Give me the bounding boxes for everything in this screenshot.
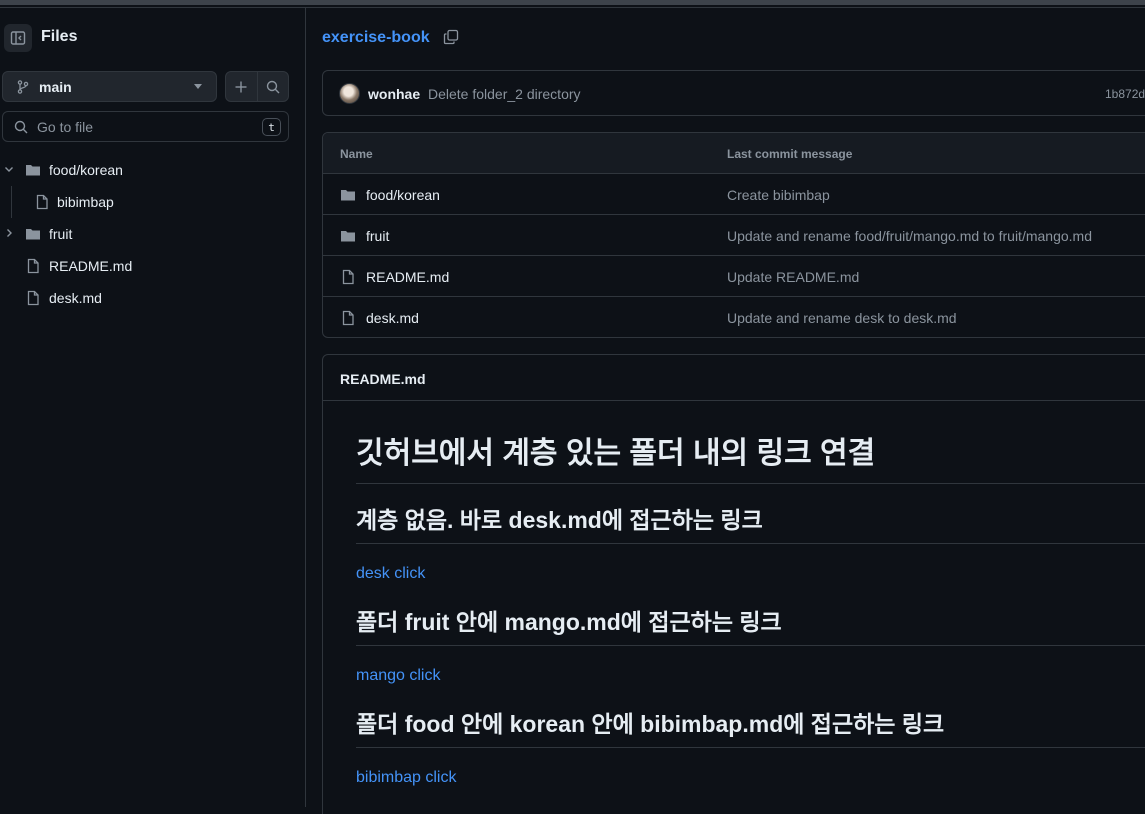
mango-link[interactable]: mango click [356, 667, 440, 685]
go-to-file-search[interactable]: t [2, 111, 289, 142]
readme-header: README.md [323, 355, 1145, 401]
file-tree-sidebar: Files main Go to file t food/korean bibi… [0, 8, 306, 807]
main-content: exercise-book wonhae Delete folder_2 dir… [306, 8, 1145, 814]
sidebar-title: Files [41, 28, 78, 45]
git-branch-icon [17, 79, 29, 94]
plus-icon [235, 81, 247, 92]
commit-author[interactable]: wonhae [368, 86, 420, 102]
tree-item-desk[interactable]: desk.md [0, 282, 305, 314]
readme-h1: 깃허브에서 계층 있는 폴더 내의 링크 연결 [356, 435, 1145, 484]
file-icon [27, 290, 39, 306]
go-to-file-input[interactable] [37, 118, 237, 135]
latest-commit-bar: wonhae Delete folder_2 directory 1b872d [322, 70, 1145, 116]
tree-item-bibimbap[interactable]: bibimbap [0, 186, 305, 218]
browser-scroll-shade [0, 0, 1145, 5]
branch-selector-button[interactable]: main [2, 71, 217, 102]
file-icon [342, 310, 354, 326]
file-list-table: Name Last commit message food/korean Cre… [322, 132, 1145, 338]
table-row[interactable]: fruit Update and rename food/fruit/mango… [323, 215, 1145, 256]
file-icon [342, 269, 354, 285]
tree-item-fruit[interactable]: fruit [0, 218, 305, 250]
file-name-link[interactable]: fruit [366, 228, 389, 244]
folder-open-icon [26, 165, 40, 176]
readme-panel: README.md 깃허브에서 계층 있는 폴더 내의 링크 연결 계층 없음.… [322, 354, 1145, 814]
table-row[interactable]: README.md Update README.md [323, 256, 1145, 297]
tree-item-label: fruit [49, 226, 73, 242]
repo-breadcrumb-link[interactable]: exercise-book [322, 29, 430, 47]
readme-h2: 폴더 food 안에 korean 안에 bibimbap.md에 접근하는 링… [356, 709, 1145, 748]
file-name-link[interactable]: README.md [366, 269, 449, 285]
tree-item-label: desk.md [49, 290, 102, 306]
chevron-right-icon [7, 229, 12, 237]
table-row[interactable]: food/korean Create bibimbap [323, 174, 1145, 215]
readme-title[interactable]: README.md [340, 371, 426, 387]
tree-item-label: README.md [49, 258, 133, 274]
chevron-down-icon [194, 84, 202, 89]
readme-h2: 폴더 fruit 안에 mango.md에 접근하는 링크 [356, 607, 1145, 646]
avatar[interactable] [339, 83, 360, 104]
column-header-commit-message: Last commit message [727, 147, 853, 161]
file-commit-message[interactable]: Update and rename desk to desk.md [727, 310, 957, 326]
commit-message[interactable]: Delete folder_2 directory [428, 86, 581, 102]
tree-item-readme[interactable]: README.md [0, 250, 305, 282]
tree-item-label: food/korean [49, 162, 123, 178]
column-header-name: Name [340, 147, 373, 161]
desk-link[interactable]: desk click [356, 565, 425, 583]
folder-icon [341, 231, 355, 242]
search-icon [266, 80, 280, 93]
file-name-link[interactable]: desk.md [366, 310, 419, 326]
chevron-down-icon [5, 167, 13, 172]
file-icon [27, 258, 39, 274]
copy-path-icon[interactable] [443, 29, 459, 45]
file-icon [36, 194, 48, 210]
search-icon [14, 120, 28, 133]
folder-icon [341, 190, 355, 201]
sidebar-collapse-icon [10, 31, 26, 45]
sidebar-action-group [225, 71, 289, 102]
search-code-button[interactable] [256, 72, 288, 101]
readme-h2: 계층 없음. 바로 desk.md에 접근하는 링크 [356, 505, 1145, 544]
tree-item-food-korean[interactable]: food/korean [0, 154, 305, 186]
table-row[interactable]: desk.md Update and rename desk to desk.m… [323, 297, 1145, 337]
file-commit-message[interactable]: Update and rename food/fruit/mango.md to… [727, 228, 1092, 244]
keyboard-shortcut-hint: t [262, 118, 281, 136]
file-commit-message[interactable]: Create bibimbap [727, 187, 830, 203]
collapse-sidebar-button[interactable] [4, 24, 32, 52]
file-commit-message[interactable]: Update README.md [727, 269, 859, 285]
tree-item-label: bibimbap [57, 194, 114, 210]
file-name-link[interactable]: food/korean [366, 187, 440, 203]
file-tree: food/korean bibimbap fruit README.md des… [0, 154, 305, 314]
table-header: Name Last commit message [323, 133, 1145, 174]
folder-icon [26, 229, 40, 240]
branch-name: main [39, 78, 72, 95]
bibimbap-link[interactable]: bibimbap click [356, 769, 456, 787]
commit-sha[interactable]: 1b872d [1105, 87, 1145, 101]
add-file-button[interactable] [226, 72, 257, 101]
